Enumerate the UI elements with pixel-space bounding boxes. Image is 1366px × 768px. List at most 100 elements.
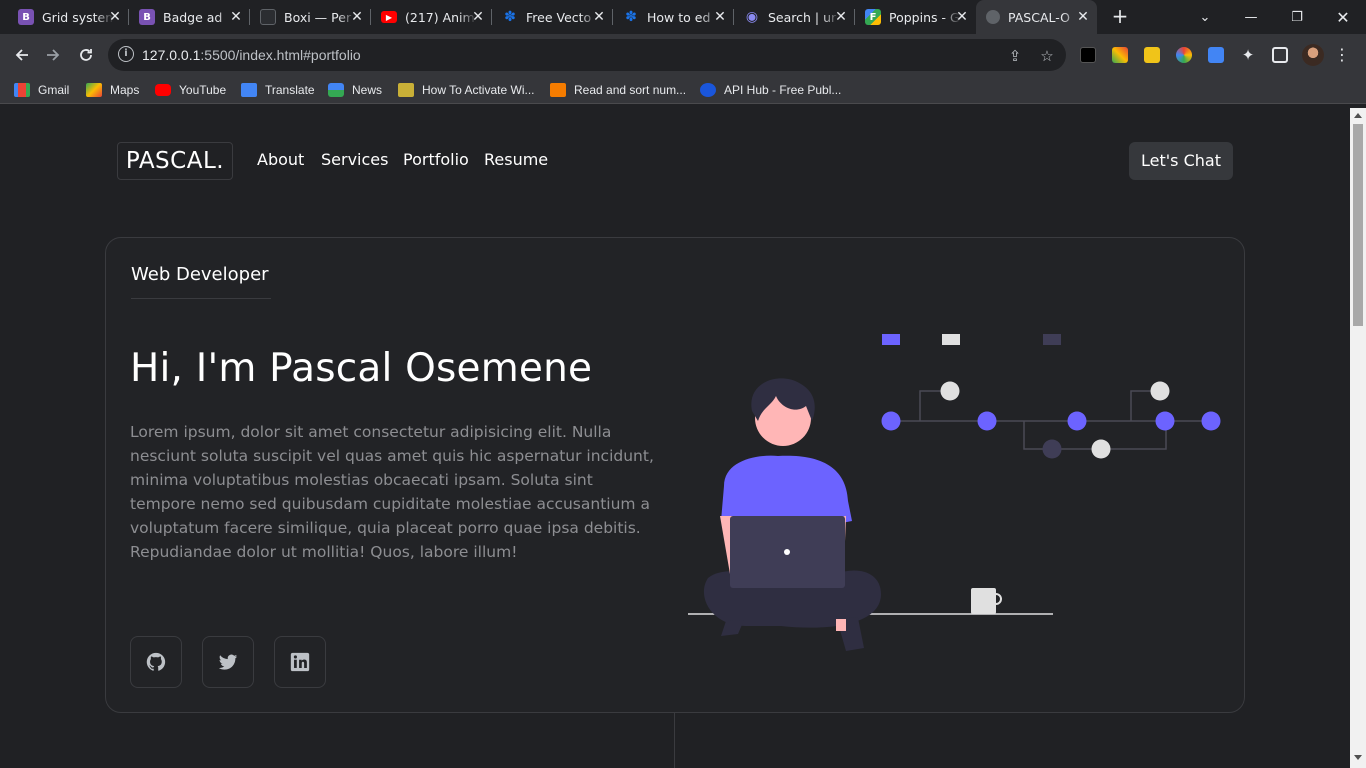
extension-colorpick-icon[interactable] — [1112, 47, 1128, 63]
extension-color-wheel-icon[interactable] — [1176, 47, 1192, 63]
nav-services[interactable]: Services — [321, 150, 388, 169]
close-icon[interactable]: ✕ — [712, 9, 728, 25]
tab-how-to-edit[interactable]: ✽ How to ed ✕ — [613, 0, 734, 34]
role-divider — [131, 298, 271, 299]
news-icon — [328, 83, 344, 97]
tab-poppins[interactable]: F Poppins - G ✕ — [855, 0, 976, 34]
twitter-icon — [218, 654, 238, 670]
tab-search-dropdown-icon[interactable]: ⌄ — [1182, 0, 1228, 34]
site-logo[interactable]: PASCAL. — [117, 142, 233, 180]
tab-title: Poppins - G — [889, 9, 960, 25]
bookmark-api-hub[interactable]: API Hub - Free Publ... — [700, 81, 841, 99]
bookmark-label: YouTube — [179, 83, 227, 97]
bookmark-label: How To Activate Wi... — [422, 83, 535, 97]
bookmark-label: Read and sort num... — [574, 83, 687, 97]
tab-title: How to ed — [647, 9, 711, 25]
menu-kebab-icon[interactable]: ⋮ — [1334, 47, 1350, 63]
arrow-left-icon — [15, 49, 28, 61]
legend-square — [1043, 334, 1061, 345]
legend-square — [882, 334, 900, 345]
side-panel-icon[interactable] — [1272, 47, 1288, 63]
github-button[interactable] — [130, 636, 182, 688]
close-icon[interactable]: ✕ — [470, 9, 486, 25]
nav-portfolio[interactable]: Portfolio — [403, 150, 469, 169]
close-icon[interactable]: ✕ — [1075, 9, 1091, 25]
lets-chat-button[interactable]: Let's Chat — [1129, 142, 1233, 180]
url-text[interactable]: 127.0.0.1:5500/index.html#portfolio — [142, 47, 361, 63]
bookmarks-bar: Gmail Maps YouTube Translate News How To… — [0, 76, 1366, 104]
hero-bio: Lorem ipsum, dolor sit amet consectetur … — [130, 423, 654, 561]
nav-resume[interactable]: Resume — [484, 150, 548, 169]
bookmark-read-sort[interactable]: Read and sort num... — [550, 81, 686, 99]
nav-about[interactable]: About — [257, 150, 304, 169]
bookmark-news[interactable]: News — [328, 81, 382, 99]
bookmark-label: Translate — [265, 83, 315, 97]
tab-free-vectors[interactable]: ✽ Free Vecto ✕ — [492, 0, 613, 34]
extensions-puzzle-icon[interactable]: ✦ — [1240, 47, 1256, 63]
arrow-right-icon — [47, 49, 60, 61]
bookmark-gmail[interactable]: Gmail — [14, 81, 69, 99]
tab-boxi[interactable]: Boxi — Per ✕ — [250, 0, 371, 34]
restore-button[interactable]: ❐ — [1274, 0, 1320, 34]
scrollbar-thumb[interactable] — [1353, 124, 1363, 326]
bootstrap-icon: B — [18, 9, 34, 25]
globe-icon — [986, 10, 1000, 24]
bookmark-star-icon[interactable]: ☆ — [1038, 47, 1056, 65]
legend-square — [942, 334, 960, 345]
page-viewport: PASCAL. About Services Portfolio Resume … — [0, 108, 1350, 768]
close-icon[interactable]: ✕ — [833, 9, 849, 25]
tab-search[interactable]: ◉ Search | ur ✕ — [734, 0, 855, 34]
tab-title: PASCAL-O — [1008, 9, 1070, 25]
tab-youtube[interactable]: ▶ (217) Anim ✕ — [371, 0, 492, 34]
youtube-icon: ▶ — [381, 11, 397, 23]
bookmark-translate[interactable]: Translate — [241, 81, 315, 99]
network-node — [1091, 439, 1111, 459]
page-scrollbar[interactable] — [1350, 108, 1366, 768]
address-bar[interactable]: i 127.0.0.1:5500/index.html#portfolio ⇪ … — [108, 39, 1066, 71]
scroll-up-icon[interactable] — [1354, 113, 1362, 118]
new-tab-button[interactable]: + — [1108, 5, 1132, 29]
close-icon[interactable]: ✕ — [349, 9, 365, 25]
extension-wappalyzer-icon[interactable] — [1144, 47, 1160, 63]
extension-vercel-icon[interactable] — [1080, 47, 1096, 63]
tab-pascal-active[interactable]: PASCAL-O ✕ — [976, 0, 1097, 34]
bookmark-activate-windows[interactable]: How To Activate Wi... — [398, 81, 534, 99]
site-info-icon[interactable]: i — [118, 46, 134, 62]
tab-title: Boxi — Per — [284, 9, 352, 25]
tab-badge[interactable]: B Badge ad ✕ — [129, 0, 250, 34]
gmail-icon — [14, 83, 30, 97]
api-hub-icon — [700, 83, 716, 97]
hero-card: Web Developer Hi, I'm Pascal Osemene Lor… — [105, 237, 1245, 713]
back-button[interactable] — [9, 42, 35, 68]
tab-grid-system[interactable]: B Grid system ✕ — [8, 0, 129, 34]
maps-icon — [86, 83, 102, 97]
tab-title: (217) Anim — [405, 9, 475, 25]
reload-button[interactable] — [73, 42, 99, 68]
network-node — [1150, 381, 1170, 401]
tab-title: Badge ad — [163, 9, 223, 25]
profile-avatar[interactable] — [1302, 44, 1324, 66]
scroll-down-icon[interactable] — [1354, 755, 1362, 760]
bookmark-maps[interactable]: Maps — [86, 81, 139, 99]
bookmark-youtube[interactable]: YouTube — [155, 81, 226, 99]
network-node — [881, 411, 901, 431]
close-icon[interactable]: ✕ — [591, 9, 607, 25]
twitter-button[interactable] — [202, 636, 254, 688]
network-node — [1201, 411, 1221, 431]
close-icon[interactable]: ✕ — [107, 9, 123, 25]
translate-icon — [241, 83, 257, 97]
bookmark-label: Gmail — [38, 83, 70, 97]
role-title: Web Developer — [131, 264, 269, 285]
bookmark-label: News — [352, 83, 383, 97]
minimize-button[interactable]: — — [1228, 0, 1274, 34]
share-icon[interactable]: ⇪ — [1006, 47, 1024, 65]
close-window-button[interactable]: ✕ — [1320, 0, 1366, 34]
extension-clipboard-icon[interactable] — [1208, 47, 1224, 63]
linkedin-button[interactable] — [274, 636, 326, 688]
close-icon[interactable]: ✕ — [954, 9, 970, 25]
tab-title: Grid system — [42, 9, 114, 25]
forward-button[interactable] — [40, 42, 66, 68]
close-icon[interactable]: ✕ — [228, 9, 244, 25]
reload-icon — [80, 49, 92, 61]
freepik-icon: ✽ — [625, 9, 637, 25]
